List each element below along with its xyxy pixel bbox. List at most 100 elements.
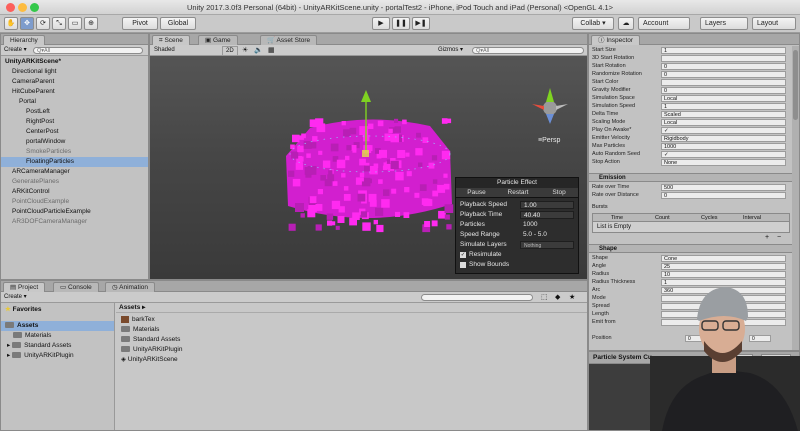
project-create-button[interactable]: Create ▾ xyxy=(4,292,27,303)
hierarchy-item[interactable]: PointCloudExample xyxy=(1,197,148,207)
step-button[interactable]: ▶❚ xyxy=(412,17,430,30)
audio-icon[interactable]: 🔈 xyxy=(254,45,263,56)
inspector-row-field[interactable]: Local xyxy=(661,95,786,102)
favorite-star-icon[interactable]: ★ xyxy=(569,292,575,303)
asset-item[interactable]: Materials xyxy=(121,325,321,335)
tree-item-unityarkitplugin[interactable]: ▸ UnityARKitPlugin xyxy=(1,351,114,361)
hierarchy-item[interactable]: ARCameraManager xyxy=(1,167,148,177)
pivot-toggle[interactable]: Pivot xyxy=(122,17,158,30)
hierarchy-item[interactable]: FloatingParticles xyxy=(1,157,148,167)
inspector-row-field[interactable]: ✓ xyxy=(661,127,786,134)
hierarchy-create-button[interactable]: Create ▾ xyxy=(4,45,27,56)
shape-section-header[interactable]: Shape xyxy=(589,244,799,253)
effects-icon[interactable]: ▦ xyxy=(268,45,275,56)
gizmos-dropdown[interactable]: Gizmos ▾ xyxy=(438,45,463,56)
maximize-window-button[interactable] xyxy=(30,3,39,12)
transform-tool-icon[interactable]: ⊕ xyxy=(84,17,98,30)
filter-label-icon[interactable]: ◆ xyxy=(555,292,560,303)
layers-dropdown[interactable]: Layers xyxy=(700,17,748,30)
inspector-row-field[interactable]: 0 xyxy=(661,71,786,78)
simulate-layers-dropdown[interactable]: Nothing xyxy=(520,241,574,249)
emission-section-header[interactable]: Emission xyxy=(589,173,799,182)
inspector-row-field[interactable]: Cone xyxy=(661,255,786,262)
tab-game[interactable]: ▣ Game xyxy=(198,35,238,45)
hierarchy-item[interactable]: SmokeParticles xyxy=(1,147,148,157)
tab-animation[interactable]: ◷ Animation xyxy=(105,282,156,292)
hierarchy-item[interactable]: AR3DOFCameraManager xyxy=(1,217,148,227)
cloud-icon[interactable]: ☁ xyxy=(618,17,634,30)
tab-hierarchy[interactable]: Hierarchy xyxy=(3,35,45,45)
play-button[interactable]: ▶ xyxy=(372,17,390,30)
minimize-window-button[interactable] xyxy=(18,3,27,12)
particle-stop-button[interactable]: Stop xyxy=(539,188,579,198)
shading-mode-dropdown[interactable]: Shaded xyxy=(154,45,175,56)
inspector-row-field[interactable]: 1 xyxy=(661,47,786,54)
tree-item-assets[interactable]: Assets xyxy=(1,321,114,331)
hierarchy-item[interactable]: UnityARKitScene* xyxy=(1,57,148,67)
light-icon[interactable]: ☀ xyxy=(242,45,248,56)
tab-project[interactable]: ▤ Project xyxy=(3,282,46,292)
project-search-input[interactable] xyxy=(421,294,533,301)
rect-tool-icon[interactable]: ▭ xyxy=(68,17,82,30)
move-gizmo-y-arrow-icon[interactable] xyxy=(361,90,371,102)
pause-button[interactable]: ❚❚ xyxy=(392,17,410,30)
persp-label[interactable]: ≡Persp xyxy=(538,137,560,144)
playback-speed-field[interactable]: 1.00 xyxy=(520,201,574,209)
playback-time-field[interactable]: 40.40 xyxy=(520,211,574,219)
asset-item[interactable]: barkTex xyxy=(121,315,321,325)
remove-burst-icon[interactable]: − xyxy=(777,234,781,241)
hierarchy-item[interactable]: GeneratePlanes xyxy=(1,177,148,187)
inspector-row-field[interactable]: 0 xyxy=(661,87,786,94)
filter-type-icon[interactable]: ⬚ xyxy=(541,292,548,303)
hierarchy-search-input[interactable] xyxy=(33,47,143,54)
close-window-button[interactable] xyxy=(6,3,15,12)
rotate-tool-icon[interactable]: ⟳ xyxy=(36,17,50,30)
collab-button[interactable]: Collab ▾ xyxy=(572,17,614,30)
tree-item-standard-assets[interactable]: ▸ Standard Assets xyxy=(1,341,114,351)
add-burst-icon[interactable]: + xyxy=(765,234,769,241)
hand-tool-icon[interactable]: ✋ xyxy=(4,17,18,30)
inspector-row-field[interactable]: 1000 xyxy=(661,143,786,150)
asset-item[interactable]: Standard Assets xyxy=(121,335,321,345)
hierarchy-item[interactable]: ARKitControl xyxy=(1,187,148,197)
scene-viewport[interactable]: ≡Persp Particle Effect Pause Restart Sto… xyxy=(150,56,587,279)
particle-restart-button[interactable]: Restart xyxy=(497,188,539,198)
layout-dropdown[interactable]: Layout xyxy=(752,17,796,30)
asset-item[interactable]: ◈ UnityARKitScene xyxy=(121,355,321,365)
tab-scene[interactable]: ⌗ Scene xyxy=(152,35,190,45)
tab-inspector[interactable]: ⓘ Inspector xyxy=(591,35,641,45)
inspector-scroll-thumb[interactable] xyxy=(793,50,798,120)
inspector-row-field[interactable]: 0 xyxy=(661,63,786,70)
asset-item[interactable]: UnityARKitPlugin xyxy=(121,345,321,355)
hierarchy-item[interactable]: portalWindow xyxy=(1,137,148,147)
hierarchy-item[interactable]: Directional light xyxy=(1,67,148,77)
hierarchy-item[interactable]: PointCloudParticleExample xyxy=(1,207,148,217)
hierarchy-item[interactable]: CenterPost xyxy=(1,127,148,137)
tree-item-materials[interactable]: Materials xyxy=(1,331,114,341)
inspector-row-field[interactable] xyxy=(661,55,786,62)
inspector-row-field[interactable]: Rigidbody xyxy=(661,135,786,142)
hierarchy-item[interactable]: Portal xyxy=(1,97,148,107)
scene-orientation-gizmo-icon[interactable] xyxy=(532,88,568,124)
move-gizmo-center[interactable] xyxy=(362,150,369,157)
hierarchy-item[interactable]: CameraParent xyxy=(1,77,148,87)
inspector-row-field[interactable]: 0 xyxy=(661,192,786,199)
inspector-row-field[interactable]: ✓ xyxy=(661,151,786,158)
global-toggle[interactable]: Global xyxy=(160,17,196,30)
tab-console[interactable]: ▭ Console xyxy=(53,282,99,292)
show-bounds-checkbox[interactable] xyxy=(460,262,466,268)
favorites-item[interactable]: ★ Favorites xyxy=(1,305,114,315)
inspector-row-field[interactable]: Local xyxy=(661,119,786,126)
inspector-row-field[interactable]: 500 xyxy=(661,184,786,191)
inspector-row-field[interactable]: 1 xyxy=(661,103,786,110)
particle-pause-button[interactable]: Pause xyxy=(456,188,497,198)
hierarchy-item[interactable]: RightPost xyxy=(1,117,148,127)
scale-tool-icon[interactable]: ⤡ xyxy=(52,17,66,30)
tab-asset-store[interactable]: 🛒 Asset Store xyxy=(260,35,318,45)
inspector-row-field[interactable]: 25 xyxy=(661,263,786,270)
inspector-row-field[interactable] xyxy=(661,79,786,86)
move-tool-icon[interactable]: ✥ xyxy=(20,17,34,30)
hierarchy-item[interactable]: PostLeft xyxy=(1,107,148,117)
account-dropdown[interactable]: Account xyxy=(638,17,690,30)
resimulate-checkbox[interactable]: ✓ xyxy=(460,252,466,258)
